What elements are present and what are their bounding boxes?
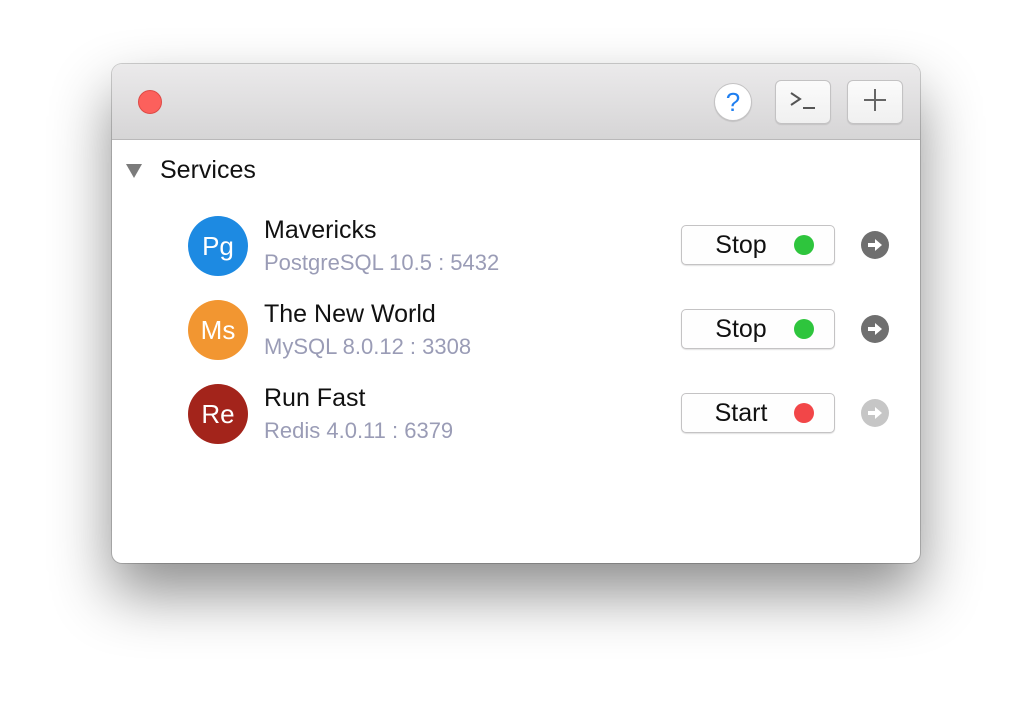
service-action-button[interactable]: Stop bbox=[681, 309, 835, 349]
action-label: Stop bbox=[715, 231, 767, 259]
titlebar: ? bbox=[112, 64, 920, 140]
arrow-right-circle-icon[interactable] bbox=[861, 399, 889, 427]
service-row: Ms The New World MySQL 8.0.12 : 3308 Sto… bbox=[112, 300, 920, 372]
service-detail: PostgreSQL 10.5 : 5432 bbox=[264, 250, 500, 275]
status-indicator-icon bbox=[794, 403, 814, 423]
help-button[interactable]: ? bbox=[714, 83, 752, 121]
status-indicator-icon bbox=[794, 319, 814, 339]
service-row: Re Run Fast Redis 4.0.11 : 6379 Start bbox=[112, 384, 920, 456]
app-window: ? Services Pg Mavericks PostgreSQL 10.5 … bbox=[112, 64, 920, 563]
help-label: ? bbox=[725, 86, 741, 117]
terminal-icon bbox=[788, 88, 818, 117]
section-title: Services bbox=[160, 155, 256, 184]
service-avatar: Pg bbox=[188, 216, 248, 276]
service-abbr: Ms bbox=[200, 314, 236, 345]
service-name: Run Fast bbox=[264, 384, 366, 412]
service-action-button[interactable]: Start bbox=[681, 393, 835, 433]
service-action-button[interactable]: Stop bbox=[681, 225, 835, 265]
arrow-right-circle-icon[interactable] bbox=[861, 315, 889, 343]
service-name: The New World bbox=[264, 300, 436, 328]
close-window-button[interactable] bbox=[138, 90, 162, 114]
action-label: Start bbox=[714, 399, 768, 427]
services-panel: Services Pg Mavericks PostgreSQL 10.5 : … bbox=[112, 140, 920, 563]
service-abbr: Pg bbox=[202, 230, 234, 261]
disclosure-triangle-icon[interactable] bbox=[126, 164, 142, 178]
service-detail: MySQL 8.0.12 : 3308 bbox=[264, 334, 472, 359]
service-abbr: Re bbox=[201, 398, 235, 429]
service-avatar: Re bbox=[188, 384, 248, 444]
service-name: Mavericks bbox=[264, 216, 377, 244]
service-row: Pg Mavericks PostgreSQL 10.5 : 5432 Stop bbox=[112, 216, 920, 288]
open-terminal-button[interactable] bbox=[775, 80, 831, 124]
add-service-button[interactable] bbox=[847, 80, 903, 124]
arrow-right-circle-icon[interactable] bbox=[861, 231, 889, 259]
service-avatar: Ms bbox=[188, 300, 248, 360]
status-indicator-icon bbox=[794, 235, 814, 255]
plus-icon bbox=[862, 87, 888, 118]
service-detail: Redis 4.0.11 : 6379 bbox=[264, 418, 454, 443]
action-label: Stop bbox=[715, 315, 767, 343]
services-section-header[interactable]: Services bbox=[126, 155, 256, 185]
